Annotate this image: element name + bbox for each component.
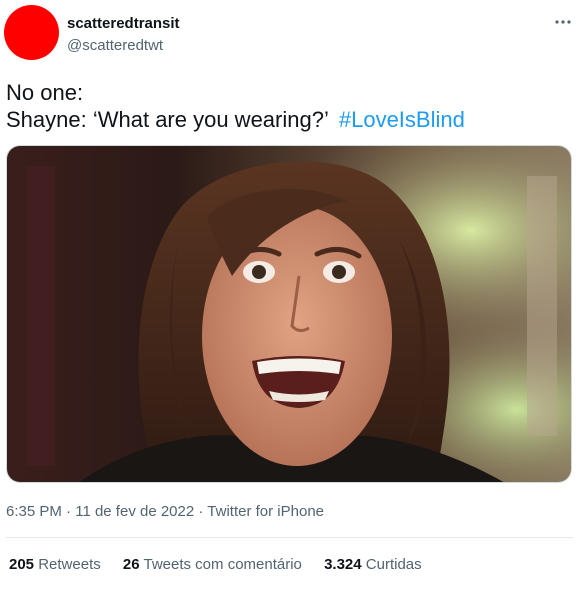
tweet-source[interactable]: Twitter for iPhone <box>207 503 324 520</box>
quotes-count: 26 <box>122 556 140 573</box>
tweet-stats: 205 Retweets 26 Tweets com comentário 3.… <box>9 556 440 573</box>
tweet-line-1: No one: <box>6 80 84 105</box>
tweet-line-2: Shayne: ‘What are you wearing?’ #LoveIsBl… <box>6 106 465 133</box>
avatar[interactable] <box>4 5 59 60</box>
author-display-name[interactable]: scatteredtransit <box>67 15 180 32</box>
retweets-stat[interactable]: 205 Retweets <box>9 556 101 573</box>
tweet-line-2-text: Shayne: ‘What are you wearing?’ <box>6 107 329 132</box>
tweet-time[interactable]: 6:35 PM <box>6 503 62 520</box>
meta-separator-2: · <box>198 503 208 520</box>
tweet-photo[interactable] <box>6 145 572 483</box>
retweets-label: Retweets <box>38 556 101 573</box>
author-handle[interactable]: @scatteredtwt <box>67 37 163 54</box>
likes-count: 3.324 <box>324 556 362 573</box>
photo-illustration <box>7 146 571 482</box>
quote-tweets-stat[interactable]: 26 Tweets com comentário <box>123 556 302 573</box>
hashtag-link[interactable]: #LoveIsBlind <box>339 107 465 132</box>
likes-label: Curtidas <box>365 556 422 573</box>
tweet-date[interactable]: 11 de fev de 2022 <box>75 503 194 520</box>
likes-stat[interactable]: 3.324 Curtidas <box>324 556 422 573</box>
quotes-label: Tweets com comentário <box>143 556 302 573</box>
tweet-text: No one: Shayne: ‘What are you wearing?’ #… <box>6 79 465 133</box>
more-options-icon[interactable] <box>555 14 571 25</box>
meta-separator-1: · <box>66 503 76 520</box>
divider <box>6 537 573 538</box>
tweet-meta: 6:35 PM · 11 de fev de 2022 · Twitter fo… <box>6 503 324 520</box>
retweets-count: 205 <box>9 556 35 573</box>
